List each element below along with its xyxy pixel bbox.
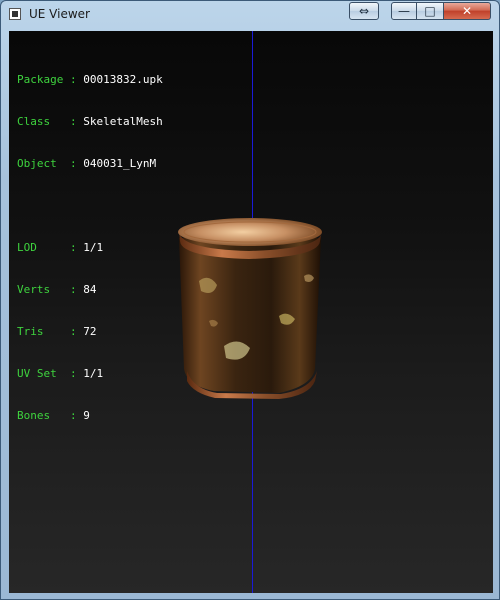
info-row-package: Package : 00013832.upk: [17, 73, 163, 86]
info-row-tris: Tris : 72: [17, 325, 97, 338]
3d-viewport[interactable]: Package : 00013832.upk Class : SkeletalM…: [9, 31, 493, 593]
maximize-button[interactable]: □: [417, 2, 444, 20]
close-button[interactable]: ✕: [444, 2, 491, 20]
info-row-bones: Bones : 9: [17, 409, 90, 422]
app-window: UE Viewer ⇔ — □ ✕ Package: 00013832.upk…: [0, 0, 500, 600]
mesh-info-overlay: Package : 00013832.upk Class : SkeletalM…: [17, 45, 163, 451]
info-row-lod: LOD : 1/1: [17, 241, 104, 254]
info-row-verts: Verts : 84: [17, 283, 97, 296]
app-icon: [9, 8, 21, 20]
minimize-button[interactable]: —: [391, 2, 417, 20]
info-row-object: Object : 040031_LynM: [17, 157, 157, 170]
info-row-class: Class : SkeletalMesh: [17, 115, 163, 128]
info-row-uvset: UV Set : 1/1: [17, 367, 104, 380]
title-bar[interactable]: UE Viewer ⇔ — □ ✕: [1, 1, 499, 29]
window-title: UE Viewer: [29, 7, 90, 21]
swap-button[interactable]: ⇔: [349, 2, 379, 20]
